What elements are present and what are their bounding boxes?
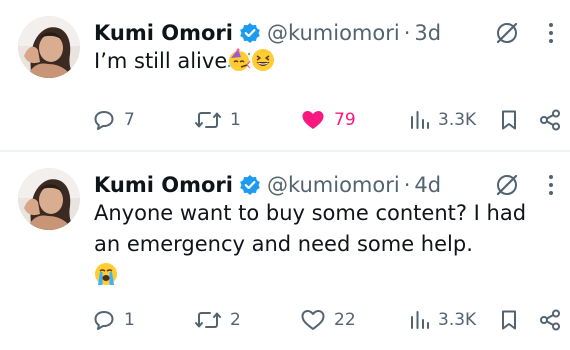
verified-badge-icon bbox=[239, 22, 261, 44]
views-icon bbox=[411, 311, 429, 329]
loudly-crying-face-emoji bbox=[94, 262, 118, 295]
repost-icon bbox=[195, 312, 221, 328]
views-button[interactable]: 3.3K bbox=[408, 306, 476, 334]
views-icon bbox=[411, 111, 429, 129]
timestamp[interactable]: 3d bbox=[414, 21, 441, 45]
avatar[interactable] bbox=[18, 168, 80, 230]
reply-icon bbox=[94, 311, 114, 330]
repost-button[interactable]: 2 bbox=[194, 306, 241, 334]
views-button[interactable]: 3.3K bbox=[408, 106, 476, 134]
repost-button[interactable]: 1 bbox=[194, 106, 241, 134]
tweet[interactable]: Kumi Omori @kumiomori · 3d I’m still ali… bbox=[0, 0, 570, 150]
separator-dot: · bbox=[403, 21, 411, 45]
bookmark-icon bbox=[502, 110, 516, 130]
reply-button[interactable]: 1 bbox=[92, 306, 135, 334]
share-icon bbox=[540, 109, 560, 131]
share-button[interactable] bbox=[538, 306, 570, 334]
reply-count: 7 bbox=[124, 110, 135, 130]
reply-button[interactable]: 7 bbox=[92, 106, 135, 134]
partying-face-emoji bbox=[227, 48, 251, 81]
share-icon bbox=[540, 309, 560, 331]
author-name[interactable]: Kumi Omori bbox=[94, 21, 233, 45]
avatar[interactable] bbox=[18, 16, 80, 78]
author-handle[interactable]: @kumiomori bbox=[267, 21, 400, 45]
repost-count: 2 bbox=[230, 310, 241, 330]
tweet-actions: 7 1 79 3.3K bbox=[92, 106, 568, 134]
grok-icon[interactable] bbox=[494, 20, 520, 46]
more-options-icon[interactable] bbox=[546, 172, 556, 198]
separator-dot: · bbox=[403, 173, 411, 197]
like-count: 22 bbox=[334, 310, 356, 330]
views-count: 3.3K bbox=[438, 110, 477, 130]
like-button[interactable]: 22 bbox=[300, 306, 356, 334]
tweet-text: Anyone want to buy some content? I had a… bbox=[94, 198, 556, 295]
bookmark-button[interactable] bbox=[498, 106, 528, 134]
like-count: 79 bbox=[334, 110, 356, 130]
views-count: 3.3K bbox=[438, 310, 477, 330]
author-name[interactable]: Kumi Omori bbox=[94, 173, 233, 197]
grinning-squinting-face-emoji bbox=[251, 48, 275, 81]
timestamp[interactable]: 4d bbox=[414, 173, 441, 197]
tweet-header: Kumi Omori @kumiomori · 3d bbox=[94, 18, 441, 48]
bookmark-icon bbox=[502, 310, 516, 330]
tweet-actions: 1 2 22 3.3K bbox=[92, 306, 568, 334]
bookmark-button[interactable] bbox=[498, 306, 528, 334]
grok-icon[interactable] bbox=[494, 172, 520, 198]
heart-filled-icon bbox=[302, 111, 324, 129]
repost-icon bbox=[195, 112, 221, 128]
like-button[interactable]: 79 bbox=[300, 106, 356, 134]
tweet-text: I’m still alive bbox=[94, 46, 556, 81]
repost-count: 1 bbox=[230, 110, 241, 130]
heart-icon bbox=[301, 310, 325, 330]
reply-icon bbox=[94, 111, 114, 130]
author-handle[interactable]: @kumiomori bbox=[267, 173, 400, 197]
reply-count: 1 bbox=[124, 310, 135, 330]
more-options-icon[interactable] bbox=[546, 20, 556, 46]
share-button[interactable] bbox=[538, 106, 570, 134]
tweet[interactable]: Kumi Omori @kumiomori · 4d Anyone want t… bbox=[0, 152, 570, 350]
tweet-header: Kumi Omori @kumiomori · 4d bbox=[94, 170, 441, 200]
verified-badge-icon bbox=[239, 174, 261, 196]
